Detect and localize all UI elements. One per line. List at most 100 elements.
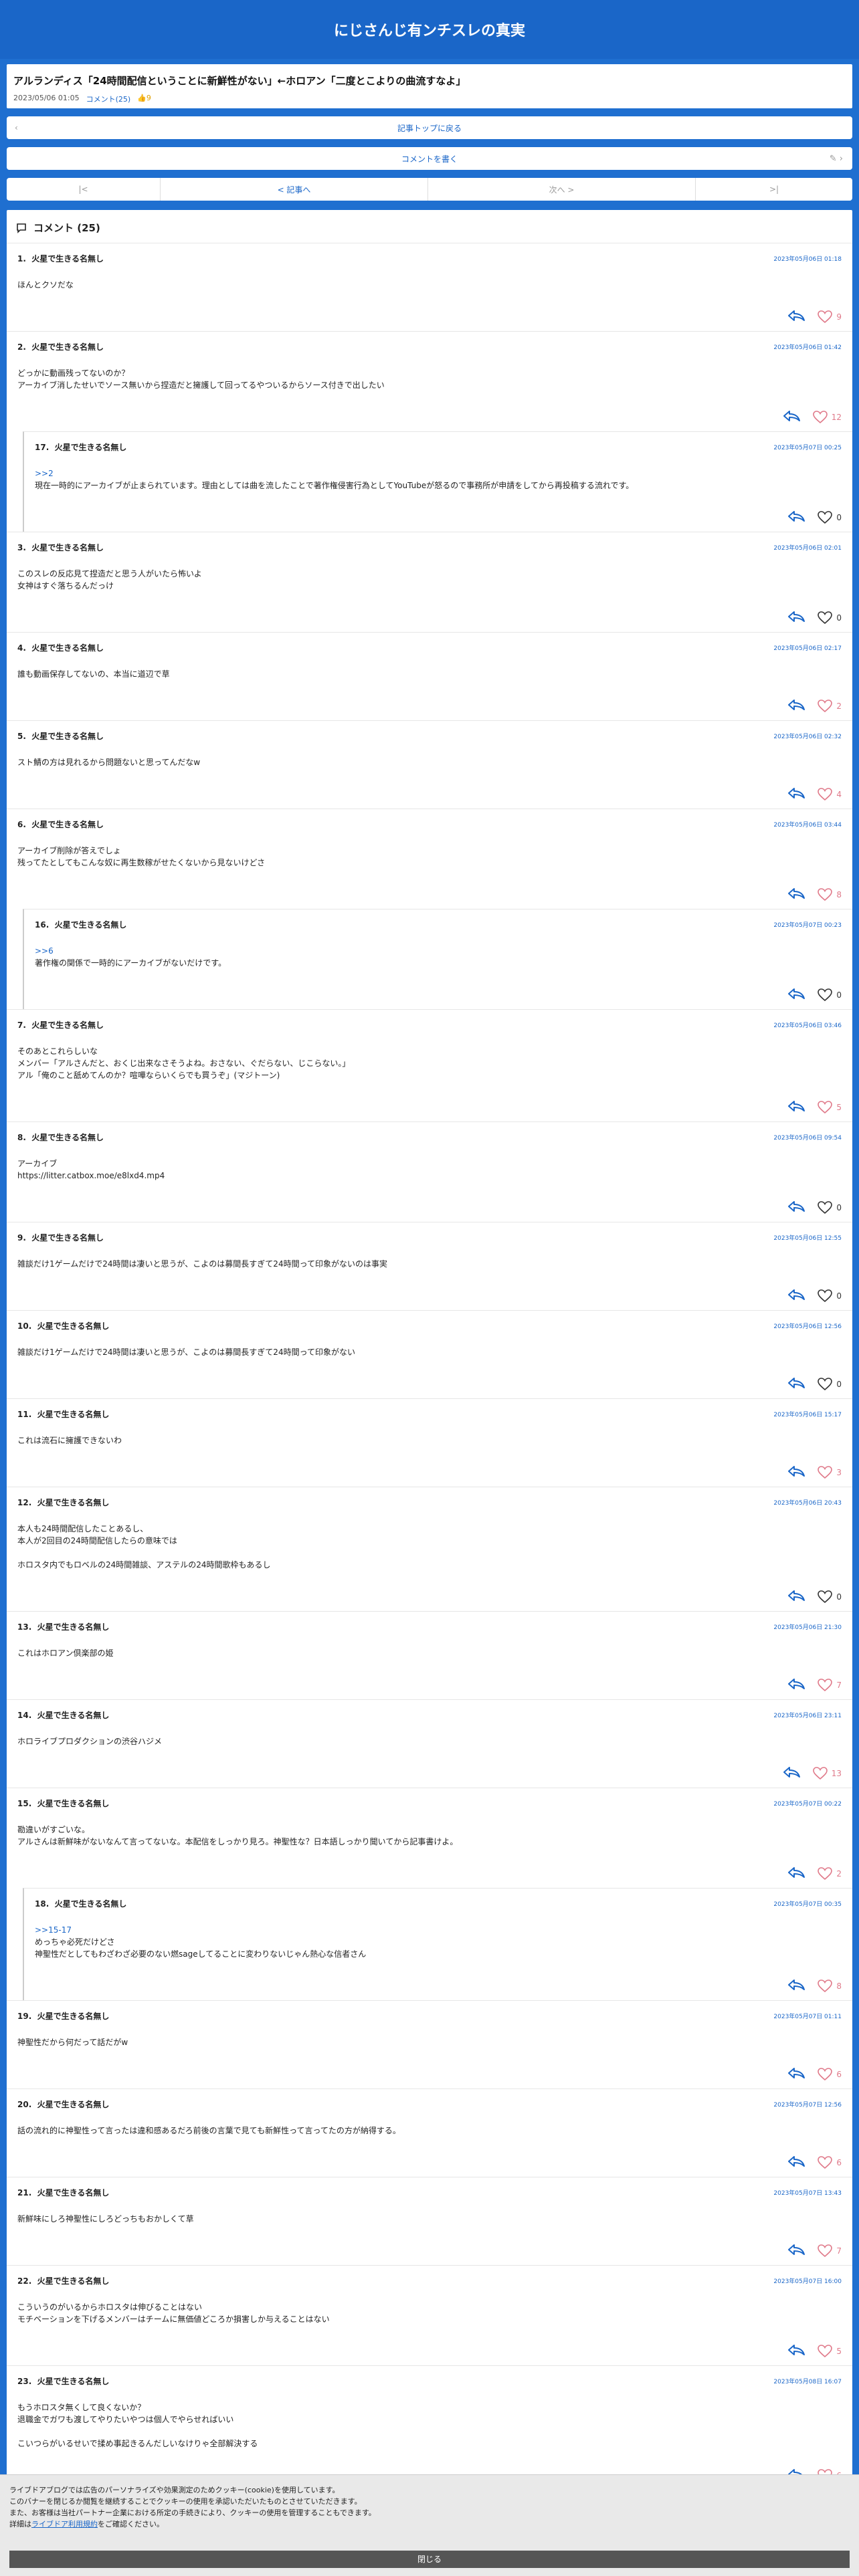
comment-actions: 8 — [17, 886, 842, 903]
like-button[interactable]: 3 — [818, 1466, 842, 1479]
like-button[interactable]: 6 — [818, 2068, 842, 2081]
like-button[interactable]: 6 — [818, 2156, 842, 2169]
reply-button[interactable] — [787, 309, 805, 325]
reply-reference[interactable]: >>15-17 — [35, 1925, 72, 1935]
reply-button[interactable] — [787, 1376, 805, 1392]
reply-button[interactable] — [787, 1589, 805, 1605]
reply-icon — [788, 1979, 805, 1990]
like-button[interactable]: 0 — [818, 511, 842, 524]
like-button[interactable]: 4 — [818, 788, 842, 801]
reply-button[interactable] — [787, 1288, 805, 1304]
like-button[interactable]: 12 — [812, 411, 842, 424]
comment-number: 19. — [17, 2012, 32, 2021]
comment-number: 12. — [17, 1498, 32, 1507]
prev-article-button[interactable]: < 記事へ — [161, 178, 428, 201]
comment-icon — [17, 223, 26, 233]
last-page-button[interactable]: >| — [696, 178, 852, 201]
reply-icon — [783, 411, 800, 421]
first-page-button[interactable]: |< — [7, 178, 161, 201]
reply-button[interactable] — [787, 1866, 805, 1882]
article-date: 2023/05/06 01:05 — [13, 94, 80, 102]
reply-button[interactable] — [787, 2343, 805, 2359]
like-button[interactable]: 0 — [818, 1590, 842, 1604]
comment-date: 2023年05月07日 00:22 — [773, 1801, 842, 1808]
comment-body: >>2 現在一時的にアーカイブが止まられています。理由としては曲を流したことで著… — [35, 469, 634, 490]
like-button[interactable]: 0 — [818, 1378, 842, 1391]
comment-body: これは流石に擁護できないわ — [17, 1436, 122, 1445]
reply-reference[interactable]: >>6 — [35, 946, 54, 956]
comment-body: ホロライブプロダクションの渋谷ハジメ — [17, 1737, 163, 1746]
like-button[interactable]: 0 — [818, 988, 842, 1002]
like-button[interactable]: 0 — [818, 611, 842, 625]
reply-button[interactable] — [787, 1099, 805, 1115]
next-article-button[interactable]: 次へ > — [428, 178, 696, 201]
comment-number: 5. — [17, 732, 26, 741]
like-count: 7 — [836, 2246, 842, 2256]
reply-icon — [783, 1767, 800, 1778]
like-count: 7 — [836, 1681, 842, 1690]
like-button[interactable]: 8 — [818, 1979, 842, 1993]
reply-button[interactable] — [787, 1465, 805, 1481]
comment-body: ほんとクソだな — [17, 280, 74, 290]
comment-date: 2023年05月06日 03:44 — [773, 822, 842, 829]
comment-body: 勘違いがすごいな。 アルさんは新鮮味がないなんて言ってないな。本配信をしっかり見… — [17, 1825, 458, 1846]
like-count: 3 — [836, 1468, 842, 1477]
comment-number: 14. — [17, 1711, 32, 1720]
reply-button[interactable] — [787, 698, 805, 714]
site-title[interactable]: にじさんじ有ンチスレの真実 — [334, 19, 525, 40]
like-count: 0 — [836, 1592, 842, 1602]
reply-button[interactable] — [787, 786, 805, 802]
comment-number: 22. — [17, 2276, 32, 2286]
like-button[interactable]: 13 — [812, 1767, 842, 1780]
comment-body: 話の流れ的に神聖性って言ったは違和感あるだろ前後の言葉で見ても新鮮性って言ってた… — [17, 2126, 401, 2135]
like-button[interactable]: 5 — [818, 1101, 842, 1114]
like-button[interactable]: 0 — [818, 1201, 842, 1214]
reply-reference[interactable]: >>2 — [35, 469, 54, 478]
comment-actions: 13 — [17, 1765, 842, 1782]
reply-button[interactable] — [787, 610, 805, 626]
reply-icon — [788, 1101, 805, 1111]
chevron-left-icon: ‹ — [15, 123, 18, 132]
cookie-text-3: また、お客様は当社パートナー企業における所定の手続きにより、クッキーの使用を管理… — [9, 2508, 376, 2517]
reply-button[interactable] — [782, 409, 801, 425]
comment-actions: 0 — [17, 609, 842, 627]
like-count[interactable]: 👍9 — [137, 94, 151, 104]
reply-button[interactable] — [787, 1677, 805, 1693]
like-button[interactable]: 0 — [818, 1289, 842, 1303]
back-to-top-button[interactable]: ‹ 記事トップに戻る — [7, 116, 852, 139]
terms-link[interactable]: ライブドア利用規約 — [31, 2520, 98, 2529]
cookie-close-button[interactable]: 閉じる — [9, 2551, 850, 2568]
comments-section: コメント (25) 1. 火星で生きる名無し 2023年05月06日 01:18… — [7, 210, 852, 2510]
write-comment-button[interactable]: コメントを書く ✎ › — [7, 147, 852, 170]
like-button[interactable]: 9 — [818, 310, 842, 324]
reply-icon — [788, 1289, 805, 1300]
reply-button[interactable] — [787, 2155, 805, 2171]
comment-actions: 4 — [17, 786, 842, 803]
comment-date: 2023年05月06日 01:18 — [773, 256, 842, 263]
comment-item: 6. 火星で生きる名無し 2023年05月06日 03:44 アーカイブ削除が答… — [7, 809, 852, 909]
reply-button[interactable] — [787, 1978, 805, 1994]
like-button[interactable]: 7 — [818, 1679, 842, 1692]
back-to-top-label: 記事トップに戻る — [397, 123, 462, 133]
reply-button[interactable] — [787, 2066, 805, 2082]
like-button[interactable]: 2 — [818, 1867, 842, 1881]
reply-button[interactable] — [787, 1200, 805, 1216]
reply-button[interactable] — [787, 887, 805, 903]
like-button[interactable]: 5 — [818, 2345, 842, 2358]
like-count: 2 — [836, 702, 842, 711]
comments-link[interactable]: コメント(25) — [86, 94, 131, 104]
comment-number: 6. — [17, 820, 26, 829]
comment-number: 17. — [35, 443, 50, 452]
heart-icon — [818, 611, 833, 625]
comment-actions: 0 — [17, 1199, 842, 1216]
like-button[interactable]: 8 — [818, 888, 842, 901]
heart-icon — [818, 2156, 833, 2169]
reply-button[interactable] — [787, 510, 805, 526]
reply-button[interactable] — [787, 2243, 805, 2259]
comment-number: 20. — [17, 2100, 32, 2109]
like-button[interactable]: 2 — [818, 700, 842, 713]
heart-icon — [812, 411, 828, 424]
reply-button[interactable] — [787, 987, 805, 1003]
reply-button[interactable] — [782, 1765, 801, 1782]
like-button[interactable]: 7 — [818, 2244, 842, 2258]
